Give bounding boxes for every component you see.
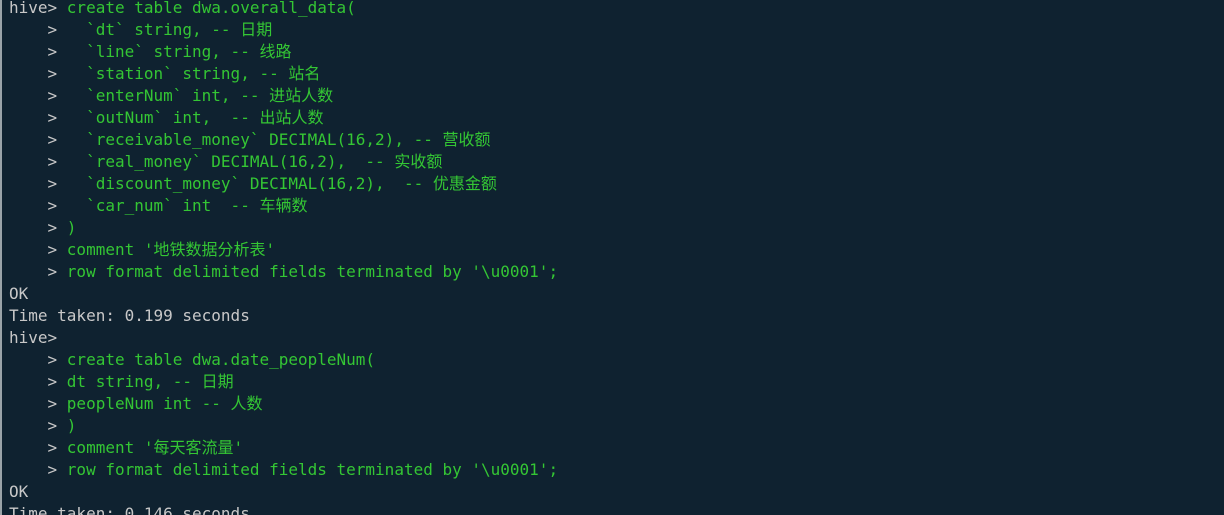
command-text: ) (66, 218, 77, 237)
continuation-prompt: > (9, 42, 87, 61)
continuation-prompt: > (9, 130, 87, 149)
continuation-prompt: > (9, 20, 87, 39)
terminal-line: > `station` string, -- 站名 (9, 63, 1224, 85)
continuation-prompt: > (9, 64, 87, 83)
terminal-line: > `real_money` DECIMAL(16,2), -- 实收额 (9, 151, 1224, 173)
terminal-output: hive> create table dwa.overall_data( > `… (9, 0, 1224, 515)
continuation-prompt: > (9, 262, 67, 281)
terminal-line: > `outNum` int, -- 出站人数 (9, 107, 1224, 129)
terminal-line: > `discount_money` DECIMAL(16,2), -- 优惠金… (9, 173, 1224, 195)
hive-prompt: hive> (9, 328, 67, 347)
command-text: row format delimited fields terminated b… (66, 262, 559, 281)
continuation-prompt: > (9, 438, 67, 457)
terminal-output-line: OK (9, 481, 1224, 503)
continuation-prompt: > (9, 174, 87, 193)
command-text: `receivable_money` DECIMAL(16,2), -- 营收额 (86, 130, 491, 149)
terminal-line: hive> create table dwa.overall_data( (9, 0, 1224, 19)
command-text: `outNum` int, -- 出站人数 (86, 108, 324, 127)
continuation-prompt: > (9, 196, 87, 215)
command-text: `dt` string, -- 日期 (86, 20, 273, 39)
command-text: create table dwa.overall_data( (66, 0, 356, 17)
command-text: `car_num` int -- 车辆数 (86, 196, 308, 215)
terminal-window[interactable]: hive> create table dwa.overall_data( > `… (0, 0, 1224, 515)
terminal-line: > comment '地铁数据分析表' (9, 239, 1224, 261)
continuation-prompt: > (9, 416, 67, 435)
output-text: Time taken: 0.199 seconds (9, 306, 250, 325)
terminal-line: > row format delimited fields terminated… (9, 261, 1224, 283)
continuation-prompt: > (9, 218, 67, 237)
terminal-output-line: Time taken: 0.146 seconds (9, 503, 1224, 515)
terminal-line: hive> (9, 327, 1224, 349)
command-text: `line` string, -- 线路 (86, 42, 292, 61)
continuation-prompt: > (9, 108, 87, 127)
window-left-border (0, 0, 2, 515)
command-text: dt string, -- 日期 (66, 372, 234, 391)
terminal-line: > row format delimited fields terminated… (9, 459, 1224, 481)
command-text: peopleNum int -- 人数 (66, 394, 263, 413)
output-text: OK (9, 284, 29, 303)
command-text: ) (66, 416, 77, 435)
command-text: `enterNum` int, -- 进站人数 (86, 86, 334, 105)
command-text: `station` string, -- 站名 (86, 64, 321, 83)
command-text: `discount_money` DECIMAL(16,2), -- 优惠金额 (86, 174, 497, 193)
terminal-line: > `car_num` int -- 车辆数 (9, 195, 1224, 217)
terminal-line: > `enterNum` int, -- 进站人数 (9, 85, 1224, 107)
command-text: row format delimited fields terminated b… (66, 460, 559, 479)
terminal-line: > ) (9, 217, 1224, 239)
terminal-line: > create table dwa.date_peopleNum( (9, 349, 1224, 371)
hive-prompt: hive> (9, 0, 67, 17)
command-text: `real_money` DECIMAL(16,2), -- 实收额 (86, 152, 443, 171)
continuation-prompt: > (9, 372, 67, 391)
terminal-line: > `dt` string, -- 日期 (9, 19, 1224, 41)
terminal-line: > ) (9, 415, 1224, 437)
continuation-prompt: > (9, 460, 67, 479)
command-text: create table dwa.date_peopleNum( (66, 350, 376, 369)
terminal-line: > comment '每天客流量' (9, 437, 1224, 459)
terminal-output-line: Time taken: 0.199 seconds (9, 305, 1224, 327)
continuation-prompt: > (9, 86, 87, 105)
continuation-prompt: > (9, 152, 87, 171)
terminal-line: > peopleNum int -- 人数 (9, 393, 1224, 415)
terminal-line: > `receivable_money` DECIMAL(16,2), -- 营… (9, 129, 1224, 151)
terminal-line: > dt string, -- 日期 (9, 371, 1224, 393)
command-text: comment '地铁数据分析表' (66, 240, 276, 259)
terminal-line: > `line` string, -- 线路 (9, 41, 1224, 63)
terminal-output-line: OK (9, 283, 1224, 305)
continuation-prompt: > (9, 240, 67, 259)
continuation-prompt: > (9, 394, 67, 413)
continuation-prompt: > (9, 350, 67, 369)
command-text: comment '每天客流量' (66, 438, 244, 457)
output-text: OK (9, 482, 29, 501)
output-text: Time taken: 0.146 seconds (9, 504, 250, 515)
